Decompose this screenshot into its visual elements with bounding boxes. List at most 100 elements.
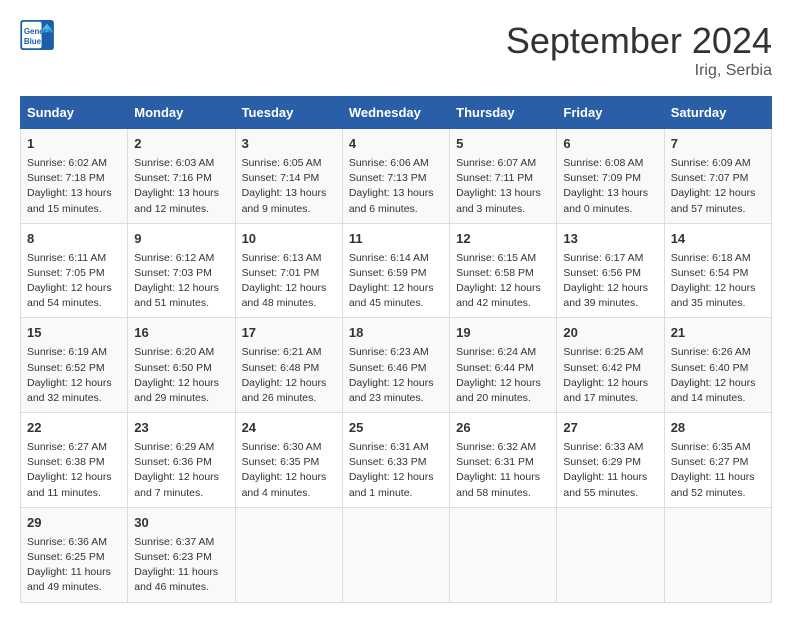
day-number: 9 <box>134 230 228 249</box>
day-number: 20 <box>563 324 657 343</box>
weekday-header-wednesday: Wednesday <box>342 97 449 129</box>
svg-text:General: General <box>24 27 54 36</box>
calendar-cell: 19Sunrise: 6:24 AMSunset: 6:44 PMDayligh… <box>450 318 557 413</box>
day-number: 8 <box>27 230 121 249</box>
day-info: Sunrise: 6:08 AMSunset: 7:09 PMDaylight:… <box>563 156 657 217</box>
calendar-cell: 29 Sunrise: 6:36 AMSunset: 6:25 PMDayligh… <box>21 507 128 602</box>
day-number: 25 <box>349 419 443 438</box>
day-number: 30 <box>134 514 228 533</box>
calendar-cell: 22Sunrise: 6:27 AMSunset: 6:38 PMDayligh… <box>21 413 128 508</box>
day-info: Sunrise: 6:06 AMSunset: 7:13 PMDaylight:… <box>349 156 443 217</box>
week-row-5: 29 Sunrise: 6:36 AMSunset: 6:25 PMDayligh… <box>21 507 772 602</box>
day-info: Sunrise: 6:25 AMSunset: 6:42 PMDaylight:… <box>563 345 657 406</box>
day-info: Sunrise: 6:13 AMSunset: 7:01 PMDaylight:… <box>242 251 336 312</box>
calendar-cell: 1 Sunrise: 6:02 AMSunset: 7:18 PMDaylight… <box>21 129 128 224</box>
calendar-cell: 23 Sunrise: 6:29 AMSunset: 6:36 PMDayligh… <box>128 413 235 508</box>
day-number: 21 <box>671 324 765 343</box>
weekday-header-monday: Monday <box>128 97 235 129</box>
day-number: 3 <box>242 135 336 154</box>
day-info: Sunrise: 6:14 AMSunset: 6:59 PMDaylight:… <box>349 251 443 312</box>
day-info: Sunrise: 6:18 AMSunset: 6:54 PMDaylight:… <box>671 251 765 312</box>
day-info: Sunrise: 6:05 AMSunset: 7:14 PMDaylight:… <box>242 156 336 217</box>
calendar-cell: 15 Sunrise: 6:19 AMSunset: 6:52 PMDayligh… <box>21 318 128 413</box>
calendar-cell: 24 Sunrise: 6:30 AMSunset: 6:35 PMDayligh… <box>235 413 342 508</box>
calendar-cell: 6 Sunrise: 6:08 AMSunset: 7:09 PMDaylight… <box>557 129 664 224</box>
calendar-cell: 26 Sunrise: 6:32 AMSunset: 6:31 PMDayligh… <box>450 413 557 508</box>
day-info: Sunrise: 6:37 AMSunset: 6:23 PMDaylight:… <box>134 535 228 596</box>
day-number: 2 <box>134 135 228 154</box>
day-info: Sunrise: 6:12 AMSunset: 7:03 PMDaylight:… <box>134 251 228 312</box>
day-info: Sunrise: 6:27 AMSunset: 6:38 PMDaylight:… <box>27 440 121 501</box>
calendar-cell <box>450 507 557 602</box>
day-info: Sunrise: 6:33 AMSunset: 6:29 PMDaylight:… <box>563 440 657 501</box>
week-row-4: 22Sunrise: 6:27 AMSunset: 6:38 PMDayligh… <box>21 413 772 508</box>
calendar-cell: 10 Sunrise: 6:13 AMSunset: 7:01 PMDayligh… <box>235 223 342 318</box>
calendar-cell: 17 Sunrise: 6:21 AMSunset: 6:48 PMDayligh… <box>235 318 342 413</box>
day-info: Sunrise: 6:36 AMSunset: 6:25 PMDaylight:… <box>27 535 121 596</box>
calendar-cell: 7Sunrise: 6:09 AMSunset: 7:07 PMDaylight… <box>664 129 771 224</box>
day-number: 18 <box>349 324 443 343</box>
weekday-header-thursday: Thursday <box>450 97 557 129</box>
weekday-header-friday: Friday <box>557 97 664 129</box>
calendar-cell <box>235 507 342 602</box>
page-header: General Blue September 2024 Irig, Serbia <box>20 20 772 80</box>
calendar-cell <box>664 507 771 602</box>
day-number: 11 <box>349 230 443 249</box>
day-info: Sunrise: 6:30 AMSunset: 6:35 PMDaylight:… <box>242 440 336 501</box>
day-number: 6 <box>563 135 657 154</box>
week-row-2: 8Sunrise: 6:11 AMSunset: 7:05 PMDaylight… <box>21 223 772 318</box>
day-number: 5 <box>456 135 550 154</box>
day-info: Sunrise: 6:21 AMSunset: 6:48 PMDaylight:… <box>242 345 336 406</box>
location: Irig, Serbia <box>506 62 772 80</box>
calendar-cell: 4 Sunrise: 6:06 AMSunset: 7:13 PMDaylight… <box>342 129 449 224</box>
weekday-header-saturday: Saturday <box>664 97 771 129</box>
day-number: 10 <box>242 230 336 249</box>
day-number: 16 <box>134 324 228 343</box>
day-info: Sunrise: 6:35 AMSunset: 6:27 PMDaylight:… <box>671 440 765 501</box>
calendar-cell <box>557 507 664 602</box>
day-info: Sunrise: 6:26 AMSunset: 6:40 PMDaylight:… <box>671 345 765 406</box>
title-block: September 2024 Irig, Serbia <box>506 20 772 80</box>
logo: General Blue <box>20 20 56 50</box>
calendar-cell: 5 Sunrise: 6:07 AMSunset: 7:11 PMDaylight… <box>450 129 557 224</box>
calendar-cell: 8Sunrise: 6:11 AMSunset: 7:05 PMDaylight… <box>21 223 128 318</box>
calendar-cell <box>342 507 449 602</box>
weekday-header-sunday: Sunday <box>21 97 128 129</box>
day-number: 17 <box>242 324 336 343</box>
calendar-cell: 2Sunrise: 6:03 AMSunset: 7:16 PMDaylight… <box>128 129 235 224</box>
svg-text:Blue: Blue <box>24 37 42 46</box>
day-number: 29 <box>27 514 121 533</box>
calendar-cell: 13Sunrise: 6:17 AMSunset: 6:56 PMDayligh… <box>557 223 664 318</box>
day-number: 23 <box>134 419 228 438</box>
day-number: 12 <box>456 230 550 249</box>
day-number: 26 <box>456 419 550 438</box>
calendar-cell: 11 Sunrise: 6:14 AMSunset: 6:59 PMDayligh… <box>342 223 449 318</box>
day-info: Sunrise: 6:24 AMSunset: 6:44 PMDaylight:… <box>456 345 550 406</box>
month-title: September 2024 <box>506 20 772 62</box>
day-info: Sunrise: 6:17 AMSunset: 6:56 PMDaylight:… <box>563 251 657 312</box>
day-info: Sunrise: 6:32 AMSunset: 6:31 PMDaylight:… <box>456 440 550 501</box>
calendar-cell: 3 Sunrise: 6:05 AMSunset: 7:14 PMDaylight… <box>235 129 342 224</box>
day-number: 28 <box>671 419 765 438</box>
day-info: Sunrise: 6:20 AMSunset: 6:50 PMDaylight:… <box>134 345 228 406</box>
day-number: 24 <box>242 419 336 438</box>
day-info: Sunrise: 6:19 AMSunset: 6:52 PMDaylight:… <box>27 345 121 406</box>
calendar-cell: 12Sunrise: 6:15 AMSunset: 6:58 PMDayligh… <box>450 223 557 318</box>
day-number: 4 <box>349 135 443 154</box>
logo-icon: General Blue <box>20 20 56 50</box>
day-info: Sunrise: 6:23 AMSunset: 6:46 PMDaylight:… <box>349 345 443 406</box>
day-number: 27 <box>563 419 657 438</box>
day-number: 7 <box>671 135 765 154</box>
day-info: Sunrise: 6:31 AMSunset: 6:33 PMDaylight:… <box>349 440 443 501</box>
day-number: 1 <box>27 135 121 154</box>
week-row-1: 1 Sunrise: 6:02 AMSunset: 7:18 PMDaylight… <box>21 129 772 224</box>
day-info: Sunrise: 6:02 AMSunset: 7:18 PMDaylight:… <box>27 156 121 217</box>
calendar-cell: 16 Sunrise: 6:20 AMSunset: 6:50 PMDayligh… <box>128 318 235 413</box>
week-row-3: 15 Sunrise: 6:19 AMSunset: 6:52 PMDayligh… <box>21 318 772 413</box>
day-info: Sunrise: 6:29 AMSunset: 6:36 PMDaylight:… <box>134 440 228 501</box>
calendar-cell: 20 Sunrise: 6:25 AMSunset: 6:42 PMDayligh… <box>557 318 664 413</box>
weekday-header-row: SundayMondayTuesdayWednesdayThursdayFrid… <box>21 97 772 129</box>
day-info: Sunrise: 6:07 AMSunset: 7:11 PMDaylight:… <box>456 156 550 217</box>
calendar-cell: 27 Sunrise: 6:33 AMSunset: 6:29 PMDayligh… <box>557 413 664 508</box>
day-number: 15 <box>27 324 121 343</box>
